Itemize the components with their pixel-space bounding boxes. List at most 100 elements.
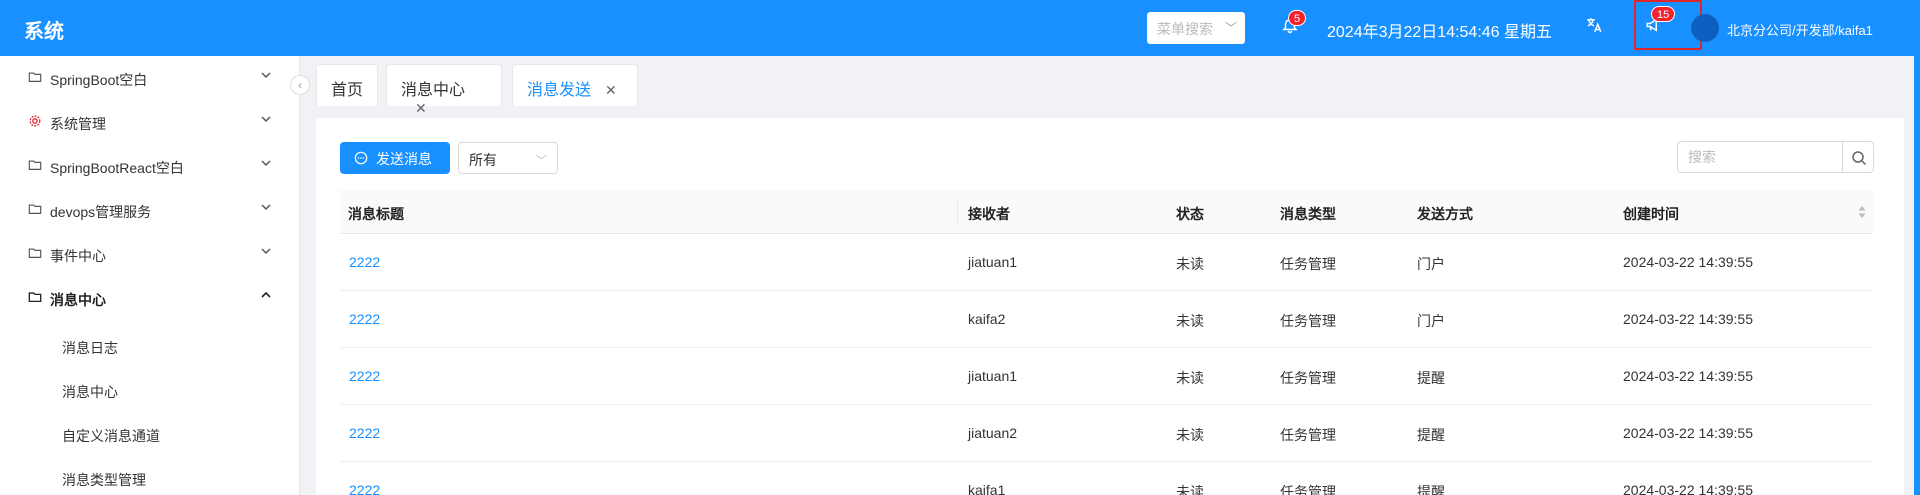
sidebar-item-devops[interactable]: devops管理服务	[0, 188, 300, 232]
cell-status: 未读	[1176, 256, 1204, 272]
search-icon	[1852, 151, 1867, 166]
current-datetime: 2024年3月22日14:54:46 星期五	[1327, 24, 1553, 41]
cell-title-link[interactable]: 2222	[349, 368, 380, 384]
cell-type: 任务管理	[1280, 484, 1336, 495]
status-filter-value: 所有	[469, 152, 497, 168]
close-icon[interactable]: ✕	[415, 100, 427, 116]
cell-receiver: jiatuan1	[968, 254, 1018, 270]
translate-icon[interactable]	[1585, 16, 1607, 38]
cell-status: 未读	[1176, 484, 1204, 495]
send-message-label: 发送消息	[376, 151, 432, 167]
cell-method: 提醒	[1417, 427, 1445, 443]
chevron-down-icon	[261, 72, 271, 79]
column-header-type: 消息类型	[1280, 206, 1336, 222]
chevron-down-icon	[261, 204, 271, 211]
sidebar-subitem-label: 消息类型管理	[62, 472, 146, 488]
sidebar-item-label: SpringBoot空白	[50, 72, 148, 88]
column-header-receiver: 接收者	[968, 206, 1010, 222]
cell-title-link[interactable]: 2222	[349, 254, 380, 270]
cell-status: 未读	[1176, 313, 1204, 329]
close-icon[interactable]: ✕	[605, 82, 617, 98]
chevron-down-icon: ﹀	[536, 155, 547, 167]
cell-type: 任务管理	[1280, 256, 1336, 272]
cell-created: 2024-03-22 14:39:55	[1623, 311, 1753, 327]
table-row[interactable]: 2222 jiatuan1 未读 任务管理 门户 2024-03-22 14:3…	[340, 234, 1873, 291]
column-header-status: 状态	[1176, 206, 1204, 222]
chevron-down-icon	[261, 116, 271, 123]
sidebar-item-event-center[interactable]: 事件中心	[0, 232, 300, 276]
chevron-left-icon: ‹	[298, 78, 302, 92]
page-scrollbar[interactable]	[1914, 0, 1920, 495]
cell-method: 门户	[1417, 313, 1445, 329]
folder-icon	[28, 204, 42, 214]
sidebar-subitem-label: 自定义消息通道	[62, 428, 160, 444]
cell-type: 任务管理	[1280, 427, 1336, 443]
send-message-button[interactable]: 发送消息	[340, 142, 450, 174]
cell-title-link[interactable]: 2222	[349, 425, 380, 441]
status-filter-select[interactable]: 所有 ﹀	[458, 142, 558, 174]
sort-icon[interactable]	[1857, 204, 1867, 220]
sidebar-item-message-center[interactable]: 消息中心	[0, 276, 300, 320]
cell-status: 未读	[1176, 370, 1204, 386]
cell-type: 任务管理	[1280, 370, 1336, 386]
tab-label: 首页	[331, 82, 364, 99]
tab-message-send[interactable]: 消息发送 ✕	[512, 64, 638, 106]
folder-icon	[28, 160, 42, 170]
tab-home[interactable]: 首页	[316, 64, 378, 106]
folder-icon	[28, 72, 42, 82]
cell-receiver: kaifa1	[968, 482, 1006, 495]
cell-receiver: kaifa2	[968, 311, 1006, 327]
cell-title-link[interactable]: 2222	[349, 482, 380, 495]
cell-title-link[interactable]: 2222	[349, 311, 380, 327]
search-box	[1677, 141, 1879, 173]
column-header-created[interactable]: 创建时间	[1623, 204, 1679, 224]
cell-type: 任务管理	[1280, 313, 1336, 329]
sidebar-item-label: 事件中心	[50, 248, 106, 264]
cell-receiver: jiatuan2	[968, 425, 1018, 441]
sidebar-item-system[interactable]: 系统管理	[0, 100, 300, 144]
sidebar-subitem-custom-channel[interactable]: 自定义消息通道	[0, 412, 300, 456]
sidebar-item-label: 系统管理	[50, 116, 106, 132]
folder-icon	[28, 292, 42, 303]
tab-message-center[interactable]: 消息中心✕	[386, 64, 502, 116]
search-input[interactable]	[1677, 141, 1842, 173]
bell-badge: 5	[1288, 10, 1307, 26]
sidebar-subitem-message-log[interactable]: 消息日志	[0, 324, 300, 368]
notice-badge: 15	[1651, 6, 1676, 22]
top-header: 系统 菜单搜索 ﹀ 5 2024年3月22日14:54:46 星期五 15 北京…	[0, 0, 1920, 56]
search-button[interactable]	[1842, 141, 1874, 173]
content-card: 发送消息 所有 ﹀ 消息标题 接收者 状态 消息类型 发送方式 创建时间 222…	[316, 118, 1904, 495]
chevron-up-icon	[261, 291, 271, 298]
column-header-title: 消息标题	[348, 206, 404, 222]
chevron-down-icon: ﹀	[1224, 21, 1237, 35]
menu-search-select[interactable]: 菜单搜索 ﹀	[1147, 12, 1245, 44]
sidebar-subitem-message-center[interactable]: 消息中心	[0, 368, 300, 412]
tab-label: 消息发送	[527, 82, 592, 99]
sidebar-subitem-label: 消息中心	[62, 384, 118, 400]
chevron-down-icon	[261, 248, 271, 255]
sidebar-collapse-button[interactable]: ‹	[290, 75, 310, 95]
sidebar: SpringBoot空白 系统管理 SpringBootReact空白 devo…	[0, 56, 300, 495]
table-row[interactable]: 2222 jiatuan2 未读 任务管理 提醒 2024-03-22 14:3…	[340, 405, 1873, 462]
sidebar-subitem-label: 消息日志	[62, 340, 118, 356]
table-row[interactable]: 2222 kaifa1 未读 任务管理 提醒 2024-03-22 14:39:…	[340, 462, 1873, 495]
user-org-label[interactable]: 北京分公司/开发部/kaifa1	[1727, 20, 1873, 39]
table-row[interactable]: 2222 kaifa2 未读 任务管理 门户 2024-03-22 14:39:…	[340, 291, 1873, 348]
menu-search-placeholder: 菜单搜索	[1157, 21, 1213, 37]
table-row[interactable]: 2222 jiatuan1 未读 任务管理 提醒 2024-03-22 14:3…	[340, 348, 1873, 405]
gear-icon	[29, 115, 41, 127]
cell-created: 2024-03-22 14:39:55	[1623, 482, 1753, 495]
cell-created: 2024-03-22 14:39:55	[1623, 368, 1753, 384]
sidebar-subitem-message-type[interactable]: 消息类型管理	[0, 456, 300, 495]
column-divider[interactable]	[957, 200, 958, 224]
sidebar-item-label: devops管理服务	[50, 204, 152, 220]
app-brand[interactable]: 系统	[24, 15, 64, 44]
avatar[interactable]	[1691, 14, 1719, 42]
sidebar-item-label: SpringBootReact空白	[50, 160, 184, 176]
chat-icon	[354, 151, 368, 165]
sidebar-item-springboot[interactable]: SpringBoot空白	[0, 56, 300, 100]
cell-created: 2024-03-22 14:39:55	[1623, 425, 1753, 441]
sidebar-item-springboot-react[interactable]: SpringBootReact空白	[0, 144, 300, 188]
folder-icon	[28, 248, 42, 258]
chevron-down-icon	[261, 160, 271, 167]
